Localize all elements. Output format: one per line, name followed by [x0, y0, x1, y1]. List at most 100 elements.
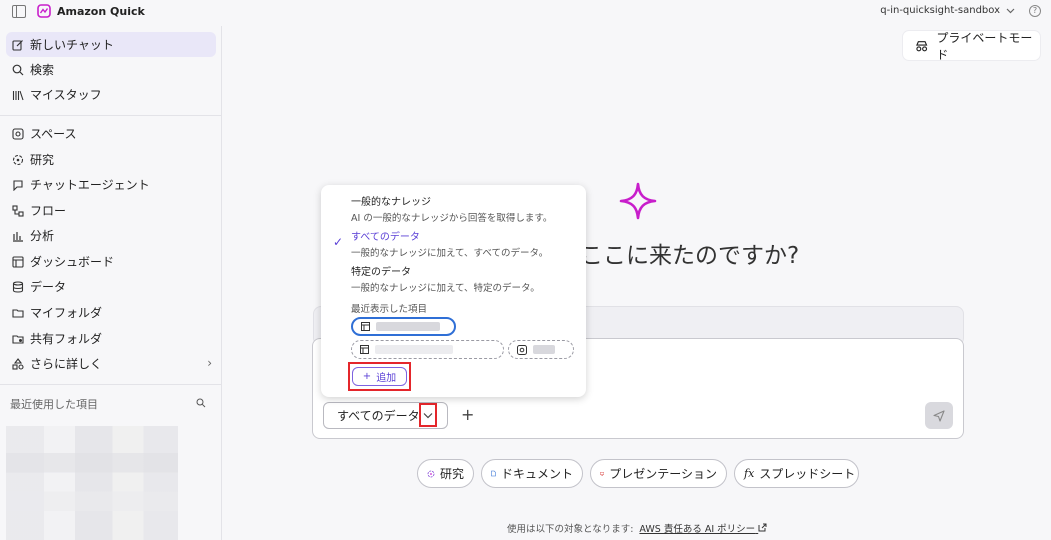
page-headline: ここに来たのですか?: [580, 243, 800, 269]
sidebar-item-label: データ: [30, 280, 67, 294]
private-mode-button[interactable]: プライベートモード: [903, 30, 1040, 62]
database-icon: [12, 280, 24, 293]
sidebar-item-search[interactable]: 検索: [6, 57, 216, 82]
send-button[interactable]: [925, 402, 953, 429]
private-mode-label: プライベートモード: [936, 30, 1033, 62]
help-icon[interactable]: ?: [1029, 5, 1041, 17]
chevron-right-icon: ›: [207, 356, 212, 370]
presentation-icon: [600, 471, 605, 476]
data-source-chevron-button[interactable]: [419, 403, 437, 427]
sidebar-item-label: 共有フォルダ: [30, 332, 103, 346]
option-specific-data[interactable]: 特定のデータ 一般的なナレッジに加えて、特定のデータ。: [351, 263, 540, 294]
sidebar-item-label: 研究: [30, 153, 55, 167]
sidebar-item-label: 検索: [30, 63, 55, 77]
suggestion-label: 研究: [439, 467, 464, 481]
add-highlight: + 追加: [348, 362, 411, 391]
suggestion-label: プレゼンテーション: [609, 467, 717, 481]
spaces-icon: [517, 344, 527, 355]
suggestion-document[interactable]: ドキュメント: [481, 459, 583, 488]
sidebar-item-spaces[interactable]: スペース: [6, 121, 216, 146]
redacted-text: [376, 322, 440, 331]
suggestion-spreadsheet[interactable]: fx スプレッドシート: [734, 459, 859, 488]
dashboard-icon: [12, 255, 24, 268]
sidebar-item-label: チャットエージェント: [30, 178, 150, 192]
option-title: 特定のデータ: [351, 267, 411, 278]
sidebar-item-chat-agent[interactable]: チャットエージェント: [6, 172, 216, 197]
option-general-knowledge[interactable]: 一般的なナレッジ AI の一般的なナレッジから回答を取得します。: [351, 193, 552, 224]
research-icon: [12, 154, 24, 166]
dashboard-icon: [361, 322, 370, 331]
sparkle-icon: [619, 182, 657, 220]
edit-icon: [12, 39, 24, 51]
footer-text: 使用は以下の対象となります:: [507, 524, 634, 535]
option-title: すべてのデータ: [351, 232, 420, 243]
suggestion-presentation[interactable]: プレゼンテーション: [590, 459, 727, 488]
sidebar-item-label: 分析: [30, 229, 55, 243]
folder-icon: [12, 307, 24, 319]
sidebar-item-analysis[interactable]: 分析: [6, 223, 216, 248]
sidebar: 新しいチャット 検索 マイスタッフ スペース 研究 チャットエージェント フロー…: [0, 26, 222, 540]
sidebar-divider: [0, 384, 222, 385]
send-icon: [933, 409, 945, 422]
suggestion-research[interactable]: 研究: [417, 459, 474, 488]
spreadsheet-icon: fx: [744, 467, 755, 480]
recent-item-chip[interactable]: [508, 340, 574, 359]
sidebar-item-shared-folder[interactable]: 共有フォルダ: [6, 326, 216, 351]
sidebar-item-label: さらに詳しく: [30, 357, 103, 371]
incognito-icon: [916, 40, 928, 51]
sidebar-toggle-icon[interactable]: [12, 5, 26, 18]
recent-viewed-label: 最近表示した項目: [351, 304, 428, 315]
recent-items-title: 最近使用した項目: [10, 398, 98, 411]
search-icon: [12, 64, 24, 76]
option-description: 一般的なナレッジに加えて、すべてのデータ。: [351, 248, 549, 259]
app-name: Amazon Quick: [57, 4, 145, 18]
add-data-button[interactable]: + 追加: [352, 367, 407, 386]
sidebar-item-new-chat[interactable]: 新しいチャット: [6, 32, 216, 57]
option-all-data[interactable]: すべてのデータ 一般的なナレッジに加えて、すべてのデータ。: [351, 228, 548, 259]
brand: Amazon Quick: [37, 4, 145, 18]
sidebar-item-label: スペース: [30, 127, 77, 141]
ai-policy-link-label: AWS 責任ある AI ポリシー: [639, 524, 756, 535]
sidebar-item-research[interactable]: 研究: [6, 147, 216, 172]
chat-agent-icon: [12, 179, 24, 191]
sidebar-item-label: ダッシュボード: [30, 255, 115, 269]
chevron-down-icon: [1006, 8, 1015, 13]
shared-folder-icon: [12, 333, 24, 345]
sidebar-item-more[interactable]: さらに詳しく ›: [6, 351, 216, 376]
recent-items-redacted: [6, 434, 178, 530]
dashboard-icon: [360, 345, 369, 354]
shapes-icon: [12, 357, 24, 370]
analysis-icon: [12, 230, 24, 242]
suggestion-label: スプレッドシート: [759, 467, 856, 481]
sidebar-item-flow[interactable]: フロー: [6, 198, 216, 223]
plus-icon: +: [362, 371, 372, 382]
data-source-dropdown: 一般的なナレッジ AI の一般的なナレッジから回答を取得します。 ✓ すべてのデ…: [321, 185, 586, 397]
research-icon: [427, 470, 435, 477]
redacted-text: [533, 345, 555, 354]
sidebar-item-label: マイスタッフ: [30, 88, 102, 102]
external-link-icon: [758, 523, 767, 532]
sidebar-item-label: フロー: [30, 204, 67, 218]
option-title: 一般的なナレッジ: [351, 197, 431, 208]
account-name: q-in-quicksight-sandbox: [880, 5, 1000, 16]
sidebar-item-label: マイフォルダ: [30, 306, 103, 320]
sidebar-item-data[interactable]: データ: [6, 274, 216, 299]
sidebar-item-my-folder[interactable]: マイフォルダ: [6, 300, 216, 325]
account-switcher[interactable]: q-in-quicksight-sandbox: [880, 5, 1015, 16]
ai-policy-link[interactable]: AWS 責任ある AI ポリシー: [639, 521, 767, 535]
sidebar-item-dashboard[interactable]: ダッシュボード: [6, 249, 216, 274]
data-source-value: すべてのデータ: [337, 409, 420, 423]
search-icon[interactable]: [196, 398, 206, 408]
recent-item-chip[interactable]: [351, 317, 456, 336]
sidebar-divider: [0, 115, 222, 116]
option-description: AI の一般的なナレッジから回答を取得します。: [351, 213, 553, 224]
check-icon: ✓: [333, 235, 344, 249]
option-description: 一般的なナレッジに加えて、特定のデータ。: [351, 283, 540, 294]
add-label: 追加: [376, 373, 397, 384]
chevron-down-icon: [423, 412, 433, 418]
recent-item-chip[interactable]: [351, 340, 504, 359]
redacted-text: [375, 345, 453, 354]
sidebar-item-label: 新しいチャット: [30, 38, 114, 52]
add-attachment-button[interactable]: +: [461, 405, 474, 424]
sidebar-item-my-staff[interactable]: マイスタッフ: [6, 82, 216, 107]
